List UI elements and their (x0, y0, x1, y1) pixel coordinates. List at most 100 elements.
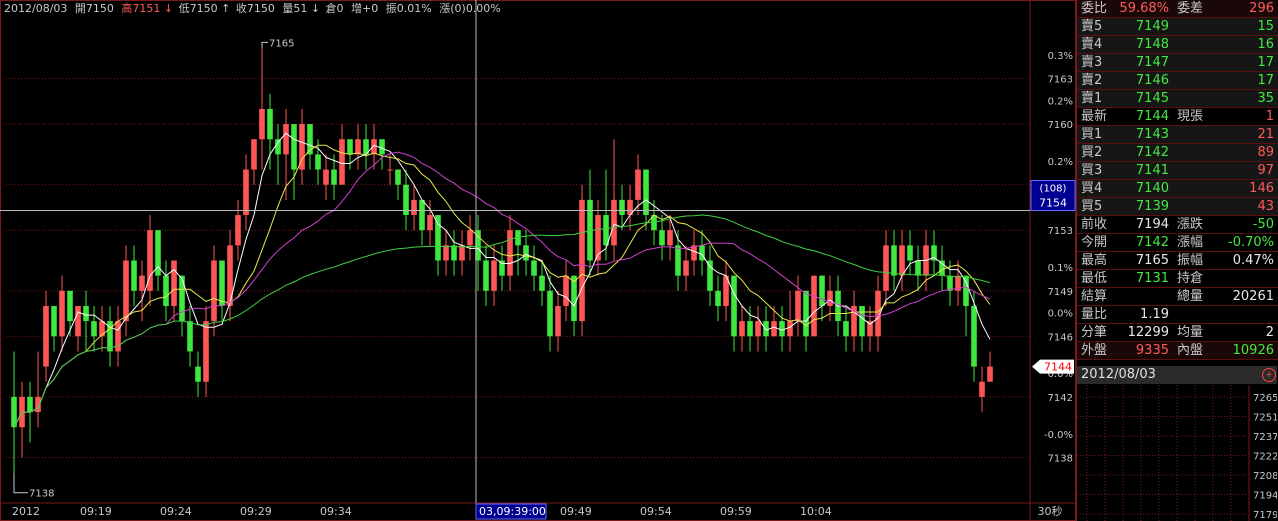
price-tick: 7153 (1048, 226, 1073, 237)
candle-body (51, 305, 57, 337)
candle-body (379, 139, 385, 155)
hdr-volume: 量51 (282, 2, 307, 15)
stat-row-cell-3: 均量 (1177, 325, 1204, 340)
diff-value: 296 (1249, 1, 1274, 16)
candle (219, 260, 225, 322)
candle (915, 245, 921, 291)
candle-body (315, 154, 321, 170)
candle (587, 169, 593, 276)
candle-body (715, 290, 721, 306)
candle-body (675, 245, 681, 276)
candle-body (803, 290, 809, 337)
hdr-pct: 漲(0)0.00% (439, 2, 501, 15)
candle-body (355, 139, 361, 155)
candle (491, 245, 497, 306)
stat-row-cell-3: 漲跌 (1177, 217, 1204, 232)
bid-row: 買2 7142 89 (1077, 144, 1278, 162)
candle-body (387, 169, 393, 171)
candle-body (187, 321, 193, 352)
stat-row-cell-2: 1.19 (1140, 307, 1169, 322)
pct-tick: 0.2% (1048, 96, 1073, 107)
panel-date: 2012/08/03 (1077, 366, 1277, 384)
ask-row-cell-2: 7149 (1135, 19, 1169, 34)
candle-body (291, 124, 297, 170)
price-tick: 7138 (1048, 454, 1073, 465)
cur-vol-value: 1 (1265, 109, 1274, 124)
candle-body (611, 199, 617, 246)
candle (539, 260, 545, 306)
candle (259, 48, 265, 170)
candle (795, 275, 801, 337)
candle-body (747, 321, 753, 337)
candle (971, 290, 977, 382)
stat-rows: 前收 7194 漲跌 -50 今開 7142 漲幅 -0.70% 最高 7165 振幅 0.47% 最低… (1077, 216, 1278, 360)
stat-row: 最高 7165 振幅 0.47% (1077, 252, 1278, 270)
candle (323, 154, 329, 200)
candle-body (595, 215, 601, 261)
ask-row-cell-2: 7145 (1135, 91, 1169, 106)
ask-row: 賣5 7149 15 (1077, 18, 1278, 36)
candle-body (531, 260, 537, 276)
candle-body (939, 260, 945, 276)
time-tick: 09:54 (640, 505, 672, 518)
candle-body (323, 169, 329, 185)
hdr-oi: 倉0 (326, 1, 344, 15)
stat-row: 分筆 12299 均量 2 (1077, 324, 1278, 342)
candle (387, 154, 393, 185)
candle (11, 351, 17, 473)
candles (11, 48, 993, 473)
candle (411, 184, 417, 231)
stat-row: 最低 7131 持倉 (1077, 270, 1278, 288)
candle-body (979, 381, 985, 397)
candle-body (523, 245, 529, 261)
candle-body (43, 305, 49, 367)
candle (235, 199, 241, 261)
high-annotation: 7165 (269, 38, 294, 49)
hdr-low: 低7150 (179, 2, 218, 15)
time-tick: 10:04 (800, 505, 832, 518)
last-price-tag: 7144 (1044, 361, 1072, 374)
candle (43, 290, 49, 382)
candle-body (451, 245, 457, 261)
candle-body (347, 139, 353, 155)
ask-row-cell-4: 17 (1257, 55, 1274, 70)
bid-row-cell-2: 7141 (1135, 163, 1169, 178)
candle (483, 245, 489, 306)
candle-body (539, 275, 545, 291)
time-tick: 09:49 (560, 505, 592, 518)
bid-row: 買4 7140 146 (1077, 180, 1278, 198)
crosshair-circle-icon[interactable]: + (1262, 368, 1276, 382)
candle (307, 124, 313, 170)
bid-row-cell-4: 21 (1257, 127, 1274, 142)
candle (867, 305, 873, 352)
hdr-high: 高7151 (121, 1, 160, 15)
candle-body (883, 245, 889, 291)
mini-tick: 7208 (1253, 471, 1277, 482)
candle (459, 230, 465, 276)
candle-body (547, 290, 553, 337)
candle (507, 215, 513, 291)
candle (363, 124, 369, 170)
candlestick-chart[interactable]: 0.3%0.2%0.2%0.1%0.1%0.0%0.0%-0.0%7163716… (0, 0, 1076, 521)
candle-body (467, 230, 473, 246)
candle-body (795, 290, 801, 322)
ask-row-cell-4: 17 (1257, 73, 1274, 88)
candle-body (411, 199, 417, 216)
candle-body (987, 366, 993, 382)
stat-row-cell-3: 持倉 (1177, 271, 1204, 286)
candle (395, 169, 401, 200)
candle-body (491, 260, 497, 291)
candle (355, 124, 361, 170)
candle (707, 245, 713, 306)
candle (811, 275, 817, 337)
candle-body (395, 169, 401, 185)
candle-body (419, 199, 425, 231)
price-tick: 7160 (1048, 120, 1073, 131)
price-axis: 0.3%0.2%0.2%0.1%0.1%0.0%0.0%-0.0%7163716… (1044, 51, 1073, 465)
candle (555, 290, 561, 352)
ask-row-cell-4: 15 (1257, 19, 1274, 34)
candle-body (947, 275, 953, 291)
candle-body (507, 230, 513, 276)
candle (467, 215, 473, 261)
stat-row-cell-4: 0.47% (1232, 253, 1274, 268)
